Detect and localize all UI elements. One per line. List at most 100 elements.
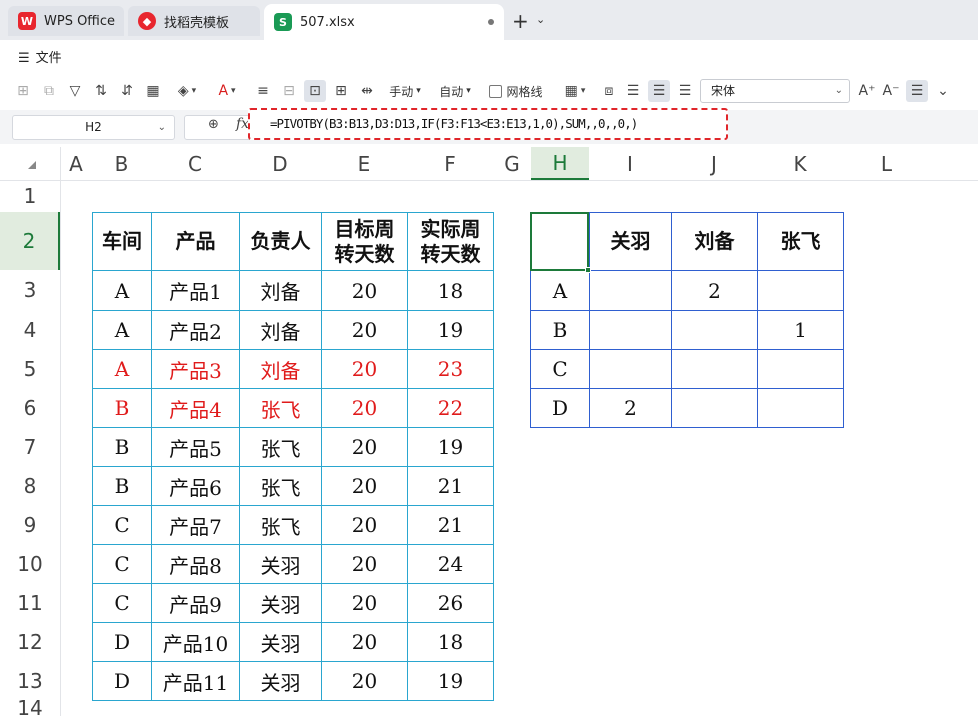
- table-cell[interactable]: 张飞: [239, 427, 322, 467]
- table-cell[interactable]: 产品11: [151, 661, 240, 701]
- table-cell[interactable]: 20: [321, 310, 408, 350]
- table-cell[interactable]: D: [92, 622, 152, 662]
- column-width-icon[interactable]: ⇹: [356, 80, 378, 102]
- pivot-header-cell[interactable]: 刘备: [671, 212, 758, 271]
- table-cell[interactable]: C: [92, 583, 152, 623]
- increase-font-icon[interactable]: A⁺: [856, 80, 878, 102]
- font-color-icon[interactable]: A ▾: [210, 80, 244, 102]
- row-header-2[interactable]: 2: [0, 212, 60, 270]
- table-cell[interactable]: 19: [407, 310, 494, 350]
- align-left-icon[interactable]: ☰: [622, 80, 644, 102]
- table-cell[interactable]: A: [92, 270, 152, 311]
- row-header-6[interactable]: 6: [0, 388, 60, 427]
- row-header-7[interactable]: 7: [0, 427, 60, 466]
- pivot-cell[interactable]: [757, 349, 844, 389]
- table-style-icon[interactable]: ▦ ▾: [558, 80, 592, 102]
- gridlines-checkbox[interactable]: 网格线: [486, 80, 546, 102]
- table-cell[interactable]: 刘备: [239, 270, 322, 311]
- unsaved-dot-icon[interactable]: [488, 19, 494, 25]
- table-cell[interactable]: 20: [321, 622, 408, 662]
- name-box[interactable]: H2 ⌄: [12, 115, 175, 140]
- auto-fit-icon[interactable]: ⊡: [304, 80, 326, 102]
- filter-icon[interactable]: ▽: [64, 80, 86, 102]
- table-cell[interactable]: 20: [321, 505, 408, 545]
- pivot-cell[interactable]: [671, 388, 758, 428]
- column-header-a[interactable]: A: [60, 147, 92, 180]
- sort-descending-icon[interactable]: ⇵: [116, 80, 138, 102]
- pivot-cell[interactable]: [757, 388, 844, 428]
- align-center-icon[interactable]: ☰: [648, 80, 670, 102]
- pivot-cell[interactable]: 2: [589, 388, 672, 428]
- row-header-10[interactable]: 10: [0, 544, 60, 583]
- pivot-cell[interactable]: [589, 349, 672, 389]
- zoom-icon[interactable]: ⊕: [208, 117, 219, 132]
- chevron-down-icon[interactable]: ⌄: [536, 13, 545, 26]
- tab-507-xlsx[interactable]: S 507.xlsx: [264, 4, 504, 40]
- table-cell[interactable]: 张飞: [239, 388, 322, 428]
- table-cell[interactable]: 关羽: [239, 622, 322, 662]
- table-cell[interactable]: 18: [407, 270, 494, 311]
- table-cell[interactable]: 刘备: [239, 349, 322, 389]
- table-cell[interactable]: A: [92, 310, 152, 350]
- table-cell[interactable]: A: [92, 349, 152, 389]
- merge-cells-icon[interactable]: ⊟: [278, 80, 300, 102]
- table-cell[interactable]: 20: [321, 661, 408, 701]
- table-cell[interactable]: 产品5: [151, 427, 240, 467]
- pivot-cell[interactable]: [671, 310, 758, 350]
- row-header-9[interactable]: 9: [0, 505, 60, 544]
- borders-icon[interactable]: ▦: [142, 80, 164, 102]
- fill-handle[interactable]: [585, 267, 591, 273]
- table-cell[interactable]: 22: [407, 388, 494, 428]
- table-cell[interactable]: 18: [407, 622, 494, 662]
- sort-ascending-icon[interactable]: ⇅: [90, 80, 112, 102]
- table-cell[interactable]: 20: [321, 466, 408, 506]
- pivot-cell[interactable]: C: [530, 349, 590, 389]
- column-header-l[interactable]: L: [843, 147, 930, 180]
- tab-docer-templates[interactable]: ◆ 找稻壳模板: [128, 6, 260, 36]
- pivot-cell[interactable]: A: [530, 270, 590, 311]
- table-cell[interactable]: B: [92, 427, 152, 467]
- column-header-cell[interactable]: 车间: [92, 212, 152, 271]
- table-cell[interactable]: 26: [407, 583, 494, 623]
- row-header-8[interactable]: 8: [0, 466, 60, 505]
- checkbox-box[interactable]: [489, 84, 503, 98]
- table-cell[interactable]: 关羽: [239, 661, 322, 701]
- pivot-cell[interactable]: [671, 349, 758, 389]
- pivot-cell[interactable]: [589, 270, 672, 311]
- row-header-11[interactable]: 11: [0, 583, 60, 622]
- pivot-cell[interactable]: [589, 310, 672, 350]
- column-header-i[interactable]: I: [589, 147, 671, 180]
- table-cell[interactable]: 张飞: [239, 466, 322, 506]
- table-cell[interactable]: C: [92, 544, 152, 584]
- column-header-cell[interactable]: 实际周 转天数: [407, 212, 494, 271]
- row-header-14[interactable]: 14: [0, 696, 60, 716]
- freeze-panes-icon[interactable]: ⧈: [598, 80, 620, 102]
- column-header-b[interactable]: B: [92, 147, 151, 180]
- column-header-c[interactable]: C: [151, 147, 239, 180]
- table-cell[interactable]: 刘备: [239, 310, 322, 350]
- align-right-icon[interactable]: ☰: [674, 80, 696, 102]
- row-header-3[interactable]: 3: [0, 270, 60, 310]
- table-cell[interactable]: 产品10: [151, 622, 240, 662]
- pivot-cell[interactable]: D: [530, 388, 590, 428]
- table-cell[interactable]: B: [92, 388, 152, 428]
- column-header-cell[interactable]: 负责人: [239, 212, 322, 271]
- table-cell[interactable]: 23: [407, 349, 494, 389]
- pivot-cell[interactable]: 2: [671, 270, 758, 311]
- table-cell[interactable]: 20: [321, 270, 408, 311]
- table-cell[interactable]: 产品6: [151, 466, 240, 506]
- row-height-icon[interactable]: ⊞: [330, 80, 352, 102]
- table-cell[interactable]: 产品4: [151, 388, 240, 428]
- table-cell[interactable]: 20: [321, 544, 408, 584]
- table-cell[interactable]: B: [92, 466, 152, 506]
- pivot-cell[interactable]: B: [530, 310, 590, 350]
- table-cell[interactable]: 21: [407, 505, 494, 545]
- wrap-text-icon[interactable]: ≡: [252, 80, 274, 102]
- column-header-cell[interactable]: 目标周 转天数: [321, 212, 408, 271]
- table-cell[interactable]: 19: [407, 427, 494, 467]
- pivot-header-cell[interactable]: 张飞: [757, 212, 844, 271]
- formula-input[interactable]: =PIVOTBY(B3:B13,D3:D13,IF(F3:F13<E3:E13,…: [248, 108, 728, 140]
- row-header-4[interactable]: 4: [0, 310, 60, 349]
- row-header-12[interactable]: 12: [0, 622, 60, 661]
- format-painter-icon[interactable]: ⧉: [38, 80, 60, 102]
